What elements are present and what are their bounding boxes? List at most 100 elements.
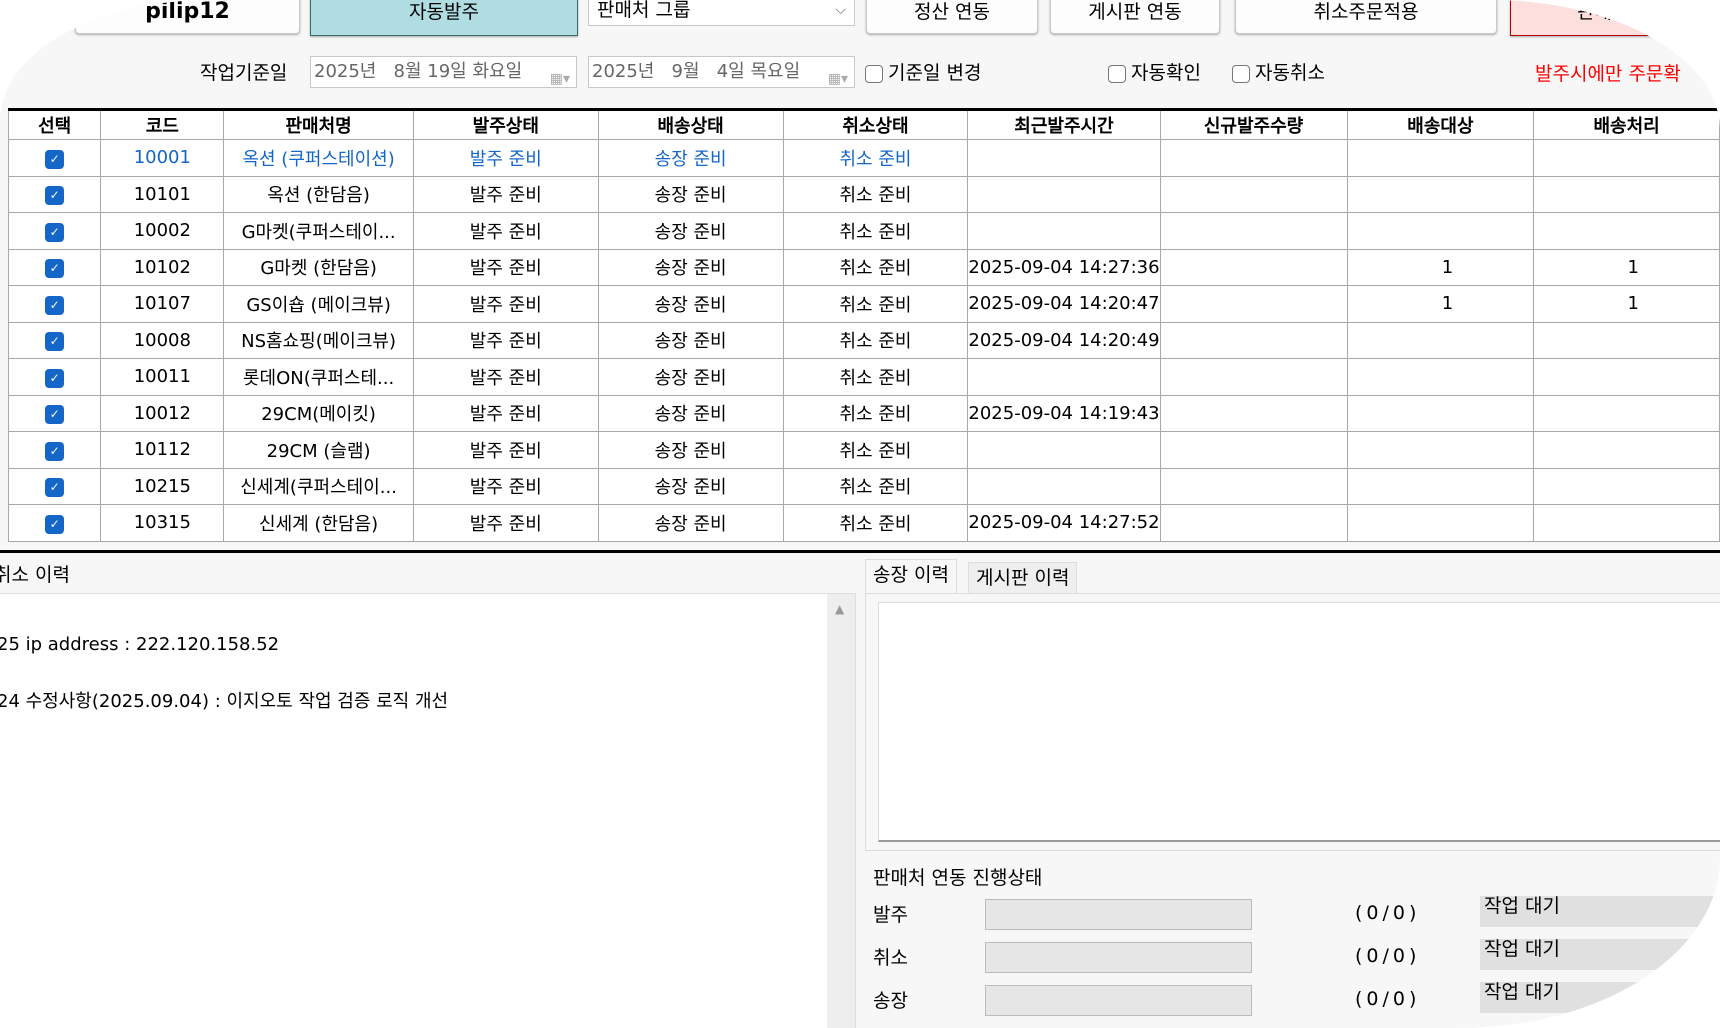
table-row[interactable]: ✓ 10002 G마켓(쿠퍼스테이... 발주 준비 송장 준비 취소 준비 [7,212,1720,250]
select-cell[interactable]: ✓ [7,394,102,432]
checkbox-checked-icon[interactable]: ✓ [45,222,65,242]
checkbox-checked-icon[interactable]: ✓ [45,441,65,461]
table-cell [1159,212,1348,250]
checkbox-icon[interactable] [865,64,883,83]
settlement-button[interactable]: 정산 연동 [866,0,1038,34]
cancel-apply-button[interactable]: 취소주문적용 [1235,0,1497,34]
auto-order-button[interactable]: 자동발주 [310,0,578,36]
table-cell: 발주 준비 [412,431,599,469]
checkbox-checked-icon[interactable]: ✓ [45,478,65,498]
table-cell: 취소 준비 [782,358,969,396]
table-cell: 송장 준비 [597,504,784,542]
tab-panel [865,593,1720,851]
column-header[interactable]: 최근발주시간 [967,109,1161,140]
select-cell[interactable]: ✓ [7,504,102,542]
column-header[interactable]: 배송상태 [597,109,784,140]
log-line: 25 ip address : 222.120.158.52 [0,634,280,655]
table-row[interactable]: ✓ 10012 29CM(메이킷) 발주 준비 송장 준비 취소 준비 2025-09-04… [7,394,1720,432]
table-cell: 10012 [100,394,225,432]
table-cell: 송장 준비 [597,212,784,250]
checkbox-icon[interactable] [1108,64,1126,83]
checkbox-checked-icon[interactable]: ✓ [45,259,65,279]
table-cell [1159,431,1348,469]
cancel-history-title: 취소 이력 [0,564,70,586]
checkbox-checked-icon[interactable]: ✓ [45,295,65,315]
table-cell: 발주 준비 [412,212,599,250]
table-cell: 취소 준비 [782,431,969,469]
table-cell [1533,394,1720,432]
table-cell [1533,467,1720,505]
table-row[interactable]: ✓ 10112 29CM (슬램) 발주 준비 송장 준비 취소 준비 [7,431,1720,469]
table-cell: 취소 준비 [782,285,969,323]
table-cell [1346,467,1535,505]
column-header[interactable]: 선택 [7,109,102,140]
table-cell [967,212,1161,250]
calendar-icon[interactable]: ▦▾ [550,64,570,94]
board-button[interactable]: 게시판 연동 [1050,0,1220,34]
table-cell: 송장 준비 [597,321,784,359]
table-row[interactable]: ✓ 10215 신세계(쿠퍼스테이... 발주 준비 송장 준비 취소 준비 [7,467,1720,505]
table-cell: 발주 준비 [412,504,599,542]
table-row[interactable]: ✓ 10107 GS이숍 (메이크뷰) 발주 준비 송장 준비 취소 준비 2025-09-… [7,285,1720,323]
table-cell: 10102 [100,248,225,286]
select-cell[interactable]: ✓ [7,358,102,396]
table-cell: 송장 준비 [597,431,784,469]
scroll-up-icon[interactable]: ▲ [835,600,844,619]
select-cell[interactable]: ✓ [7,285,102,323]
column-header[interactable]: 신규발주수량 [1159,109,1348,140]
select-cell[interactable]: ✓ [7,248,102,286]
date-from-value: 2025년 8월 19일 화요일 [314,61,523,82]
progress-title: 판매처 연동 진행상태 [873,867,1043,889]
scrollbar[interactable]: ▲ [827,594,855,1028]
table-cell: 송장 준비 [597,358,784,396]
table-row[interactable]: ✓ 10101 옥션 (한담음) 발주 준비 송장 준비 취소 준비 [7,175,1720,213]
cancel-history-log[interactable]: 25 ip address : 222.120.158.52 24 수정사항(2… [0,593,856,1028]
checkbox-checked-icon[interactable]: ✓ [45,368,65,388]
checkbox-checked-icon[interactable]: ✓ [45,514,65,534]
select-cell[interactable]: ✓ [7,175,102,213]
checkbox-checked-icon[interactable]: ✓ [45,405,65,425]
tab-invoice-history[interactable]: 송장 이력 [865,559,957,594]
date-to-picker[interactable]: 2025년 9월 4일 목요일 ▦▾ [588,56,855,88]
checkbox-checked-icon[interactable]: ✓ [45,149,65,169]
user-button[interactable]: pilip12 [75,0,300,34]
checkbox-checked-icon[interactable]: ✓ [45,186,65,206]
select-cell[interactable]: ✓ [7,467,102,505]
select-cell[interactable]: ✓ [7,431,102,469]
select-cell[interactable]: ✓ [7,321,102,359]
checkbox-icon[interactable] [1232,64,1250,83]
table-cell: 신세계 (한담음) [223,504,414,542]
table-row[interactable]: ✓ 10011 롯데ON(쿠퍼스테... 발주 준비 송장 준비 취소 준비 [7,358,1720,396]
column-header[interactable]: 배송처리 [1533,109,1720,140]
table-cell: 1 [1533,248,1720,286]
table-cell [1159,358,1348,396]
column-header[interactable]: 판매처명 [223,109,414,140]
vendor-group-select[interactable]: 판매처 그룹 ⌵ [588,0,855,26]
table-cell [1346,321,1535,359]
table-row[interactable]: ✓ 10102 G마켓 (한담음) 발주 준비 송장 준비 취소 준비 2025-09-04… [7,248,1720,286]
table-row[interactable]: ✓ 10001 옥션 (쿠퍼스테이션) 발주 준비 송장 준비 취소 준비 [7,139,1720,177]
column-header[interactable]: 코드 [100,109,225,140]
column-header[interactable]: 배송대상 [1346,109,1535,140]
select-cell[interactable]: ✓ [7,212,102,250]
calendar-icon[interactable]: ▦▾ [828,64,848,94]
vendor-button[interactable]: 판매... [1510,0,1670,36]
column-header[interactable]: 취소상태 [782,109,969,140]
auto-cancel-checkbox[interactable]: 자동취소 [1232,58,1325,85]
table-cell: 송장 준비 [597,175,784,213]
table-cell: NS홈쇼핑(메이크뷰) [223,321,414,359]
table-cell: 1 [1346,285,1535,323]
checkbox-checked-icon[interactable]: ✓ [45,332,65,352]
auto-confirm-checkbox[interactable]: 자동확인 [1108,58,1201,85]
table-row[interactable]: ✓ 10008 NS홈쇼핑(메이크뷰) 발주 준비 송장 준비 취소 준비 2025-09-… [7,321,1720,359]
invoice-history-content [878,602,1720,842]
change-date-label: 기준일 변경 [888,62,982,84]
change-date-checkbox[interactable]: 기준일 변경 [865,58,981,85]
tab-board-history[interactable]: 게시판 이력 [968,562,1078,594]
date-from-picker[interactable]: 2025년 8월 19일 화요일 ▦▾ [310,56,577,88]
select-cell[interactable]: ✓ [7,139,102,177]
column-header[interactable]: 발주상태 [412,109,599,140]
progress-bar [985,985,1252,1016]
table-row[interactable]: ✓ 10315 신세계 (한담음) 발주 준비 송장 준비 취소 준비 2025-09-04… [7,504,1720,542]
progress-bar [985,899,1252,930]
